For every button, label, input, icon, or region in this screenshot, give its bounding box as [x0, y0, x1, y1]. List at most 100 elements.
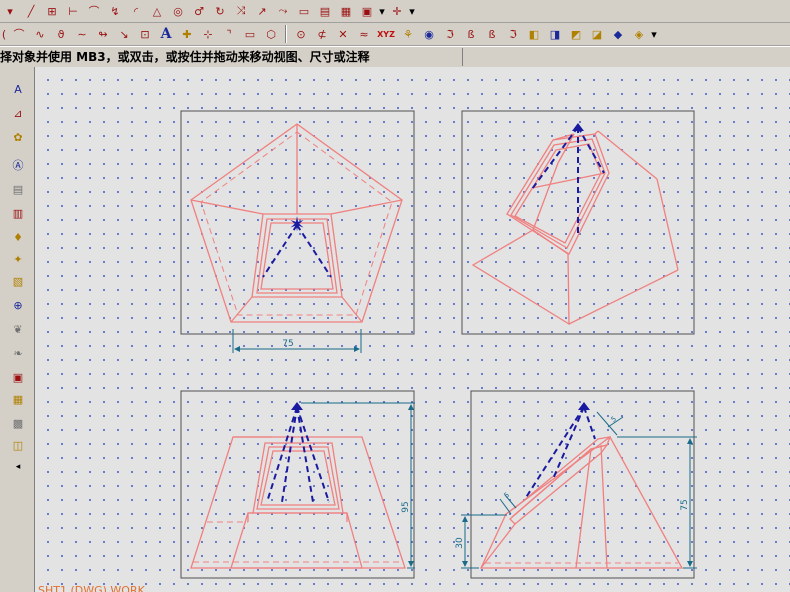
- triangle-arrow-icon[interactable]: ▾: [0, 1, 20, 21]
- isometric-view[interactable]: [461, 110, 695, 335]
- edit-icon[interactable]: ♂: [189, 1, 209, 21]
- corner-icon[interactable]: ⌝: [219, 24, 239, 44]
- lasso-icon[interactable]: ∿: [30, 24, 50, 44]
- view-icon[interactable]: ß: [482, 24, 502, 44]
- top-view[interactable]: ✶ 75: [180, 110, 415, 353]
- move-icon[interactable]: ▣: [357, 1, 377, 21]
- view-icon[interactable]: ◩: [566, 24, 586, 44]
- view-icon[interactable]: ℑ: [503, 24, 523, 44]
- drawing-svg: ✶ 75 95 75 30 5 5: [180, 110, 697, 579]
- wave-icon[interactable]: ≈: [354, 24, 374, 44]
- arc-tool-icon[interactable]: ⌒: [84, 1, 104, 21]
- dimension-side-small-a[interactable]: 5: [499, 491, 517, 515]
- dimension-side-offset[interactable]: 30: [455, 514, 507, 569]
- symbol-icon[interactable]: ✿: [8, 127, 28, 147]
- left-toolbar: A ⊿ ✿ Ⓐ ▤ ▥ ♦ ✦ ▧ ⊕ ❦ ❧ ▣ ▦ ▩ ◫ ◂: [0, 67, 35, 592]
- annotation-icon[interactable]: A: [8, 79, 28, 99]
- side-view-hidden-blue: [524, 406, 596, 500]
- point-plus-icon[interactable]: ✚: [177, 24, 197, 44]
- hatch-icon[interactable]: ▧: [8, 271, 28, 291]
- front-view-geometry: [190, 436, 406, 569]
- view-icon[interactable]: ◈: [629, 24, 649, 44]
- point-tool-icon[interactable]: △: [147, 1, 167, 21]
- grid-icon[interactable]: ▩: [8, 413, 28, 433]
- text-icon[interactable]: A: [156, 24, 176, 44]
- surface-finish-icon[interactable]: ❦: [8, 319, 28, 339]
- apex-marker-icon: [578, 402, 590, 410]
- view-icon[interactable]: ◧: [524, 24, 544, 44]
- node-icon[interactable]: ⊡: [135, 24, 155, 44]
- array-icon[interactable]: ▦: [336, 1, 356, 21]
- circle-tool-icon[interactable]: ↯: [105, 1, 125, 21]
- hexagon-icon[interactable]: ⬡: [261, 24, 281, 44]
- curve-icon[interactable]: ⌒: [9, 24, 29, 44]
- view-icon[interactable]: ◆: [608, 24, 628, 44]
- dimension-text: 75: [680, 499, 690, 510]
- arc-icon[interactable]: (: [0, 24, 8, 44]
- rectangle-icon[interactable]: ▭: [240, 24, 260, 44]
- label-icon[interactable]: ▥: [8, 203, 28, 223]
- status-bar: 择对象并使用 MB3，或双击，或按住并拖动来移动视图、尺寸或注释: [0, 46, 790, 68]
- ellipse-icon[interactable]: ⊙: [291, 24, 311, 44]
- node-icon[interactable]: ϑ: [51, 24, 71, 44]
- stamp-icon[interactable]: ◫: [8, 435, 28, 455]
- balloon-icon[interactable]: ♦: [8, 227, 28, 247]
- scroll-down-icon[interactable]: ◂: [8, 457, 28, 477]
- centerline-icon[interactable]: ⊕: [8, 295, 28, 315]
- iso-view-geometry: [471, 130, 679, 326]
- point-icon[interactable]: ⊹: [198, 24, 218, 44]
- cue-line-message: 择对象并使用 MB3，或双击，或按住并拖动来移动视图、尺寸或注释: [0, 48, 463, 66]
- dimension-icon[interactable]: ⊿: [8, 103, 28, 123]
- scale-icon[interactable]: ⤳: [273, 1, 293, 21]
- note-icon[interactable]: Ⓐ: [8, 155, 28, 175]
- image-icon[interactable]: ▣: [8, 367, 28, 387]
- dimension-text: 30: [455, 537, 465, 549]
- front-view-hidden-blue: [266, 406, 330, 503]
- front-view[interactable]: 95: [180, 390, 415, 579]
- drawing-canvas[interactable]: ✶ 75 95 75 30 5 5 SHT1 (DWG) WORK: [35, 67, 790, 592]
- dimension-side-small-b[interactable]: 5: [596, 411, 624, 436]
- dimension-front-height[interactable]: 95: [301, 402, 415, 569]
- apex-marker-icon: [572, 123, 584, 131]
- toolbar-row-2: ( ⌒ ∿ ϑ ∼ ↬ ↘ ⊡ A ✚ ⊹ ⌝ ▭ ⬡ ⊙ ⊄ ✕ ≈ XYZ …: [0, 23, 790, 46]
- view-icon[interactable]: ◉: [419, 24, 439, 44]
- stretch-icon[interactable]: ▤: [315, 1, 335, 21]
- cross-icon[interactable]: ✕: [333, 24, 353, 44]
- mirror-icon[interactable]: ⤨: [231, 1, 251, 21]
- dropdown-arrow-icon[interactable]: ▾: [650, 24, 658, 44]
- dimension-side-height[interactable]: 75: [617, 436, 697, 569]
- dimension-top-width[interactable]: 75: [232, 329, 362, 353]
- trim-icon[interactable]: ⊢: [63, 1, 83, 21]
- rotate-icon[interactable]: ↻: [210, 1, 230, 21]
- angle-tool-icon[interactable]: ◎: [168, 1, 188, 21]
- toolbar-separator: [285, 25, 287, 43]
- dropdown-arrow-icon[interactable]: ▾: [408, 1, 416, 21]
- weld-icon[interactable]: ✦: [8, 249, 28, 269]
- view-icon[interactable]: ◨: [545, 24, 565, 44]
- sketch-icon[interactable]: ⊄: [312, 24, 332, 44]
- xyz-icon[interactable]: XYZ: [375, 24, 397, 44]
- view-icon[interactable]: ℑ: [440, 24, 460, 44]
- dimension-text: 5: [610, 415, 618, 424]
- wave-icon[interactable]: ∼: [72, 24, 92, 44]
- view-orient-icon[interactable]: ⚘: [398, 24, 418, 44]
- block-icon[interactable]: ▦: [8, 389, 28, 409]
- table-icon[interactable]: ▤: [8, 179, 28, 199]
- datum-icon[interactable]: ❧: [8, 343, 28, 363]
- fillet-icon[interactable]: ◜: [126, 1, 146, 21]
- dimension-text: 75: [282, 339, 293, 349]
- view-icon[interactable]: ◪: [587, 24, 607, 44]
- side-view[interactable]: 75 30 5 5: [455, 390, 697, 579]
- rectangle-dim-icon[interactable]: ⊞: [42, 1, 62, 21]
- dropdown-arrow-icon[interactable]: ▾: [378, 1, 386, 21]
- line-tool-icon[interactable]: ╱: [21, 1, 41, 21]
- pick-icon[interactable]: ✛: [387, 1, 407, 21]
- view-icon[interactable]: ß: [461, 24, 481, 44]
- offset-icon[interactable]: ↗: [252, 1, 272, 21]
- view-border: [180, 390, 415, 579]
- apex-star-icon: ✶: [289, 212, 306, 236]
- front-view-hidden: [193, 521, 403, 563]
- sketch-icon[interactable]: ↘: [114, 24, 134, 44]
- copy-icon[interactable]: ▭: [294, 1, 314, 21]
- spline-icon[interactable]: ↬: [93, 24, 113, 44]
